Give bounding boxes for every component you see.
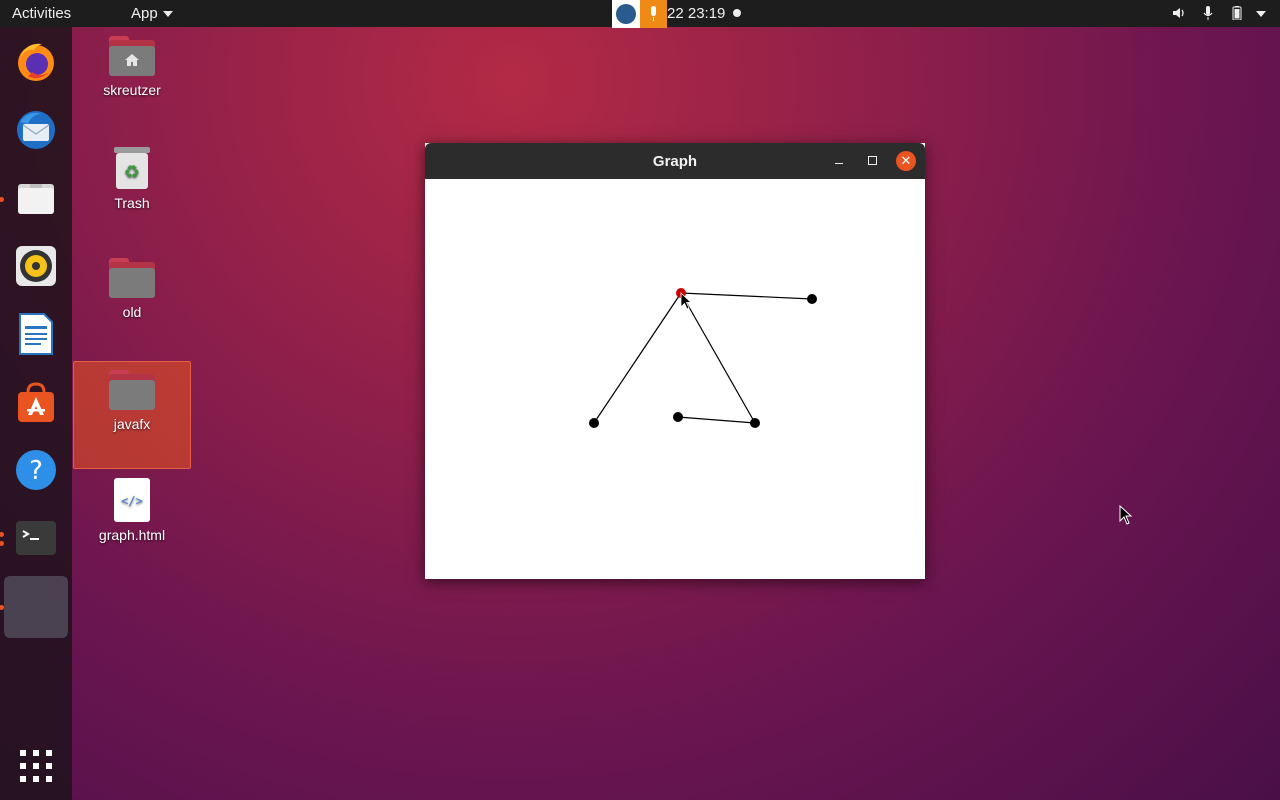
dock-software[interactable]: [4, 370, 68, 434]
thunderbird-icon: [17, 111, 55, 149]
app-menu[interactable]: App: [131, 5, 173, 22]
battery-icon[interactable]: [1230, 6, 1244, 22]
desktop-icon-label: old: [122, 304, 142, 320]
minimize-button[interactable]: [829, 151, 849, 171]
microphone-tray-icon[interactable]: [640, 0, 667, 28]
graph-edge: [593, 292, 682, 424]
mouse-pointer-icon: [680, 292, 693, 310]
desktop-icon-label: skreutzer: [103, 82, 161, 98]
desktop-icon-label: Trash: [114, 195, 150, 211]
folder-icon: [109, 258, 155, 298]
app-grid-icon: [20, 750, 52, 782]
graph-canvas[interactable]: [425, 179, 925, 579]
show-applications-button[interactable]: [20, 750, 52, 782]
mouse-pointer-icon: [1119, 505, 1133, 525]
dock-terminal[interactable]: [4, 506, 68, 570]
window-titlebar[interactable]: Graph ✕: [425, 143, 925, 179]
app-menu-label: App: [131, 5, 158, 22]
minimize-icon: [835, 163, 843, 164]
desktop-icon-label: javafx: [113, 416, 151, 432]
volume-icon[interactable]: [1172, 6, 1186, 22]
graph-node[interactable]: [750, 418, 760, 428]
graph-edge: [680, 292, 756, 424]
maximize-button[interactable]: [863, 151, 883, 171]
microphone-icon[interactable]: [1202, 6, 1214, 22]
graph-edge: [677, 416, 756, 424]
svg-text:♻: ♻: [124, 162, 140, 183]
close-icon: ✕: [900, 153, 912, 168]
graph-node[interactable]: [807, 294, 817, 304]
desktop-icon-trash[interactable]: ♻ Trash: [73, 146, 191, 211]
svg-text:?: ?: [29, 456, 43, 486]
trash-icon: ♻: [114, 147, 150, 189]
desktop-icon-label: graph.html: [98, 527, 166, 543]
libreoffice-writer-icon: [19, 313, 53, 355]
clock[interactable]: 22 23:19: [667, 5, 725, 22]
files-icon: [18, 184, 54, 214]
dock-thunderbird[interactable]: [4, 98, 68, 162]
window-title: Graph: [652, 153, 698, 170]
graph-window: Graph ✕: [425, 143, 925, 579]
html-file-icon: </>: [114, 478, 150, 522]
chevron-down-icon: [162, 11, 173, 18]
graph-node[interactable]: [589, 418, 599, 428]
system-menu-icon[interactable]: [1256, 11, 1266, 17]
top-bar: Activities App 22 23:19: [0, 0, 1280, 28]
dock-libreoffice-writer[interactable]: [4, 302, 68, 366]
dock-files[interactable]: [4, 166, 68, 230]
terminal-icon: [16, 521, 56, 555]
dock-help[interactable]: ?: [4, 438, 68, 502]
desktop-icon-javafx[interactable]: javafx: [73, 361, 191, 469]
maximize-icon: [868, 156, 877, 165]
firefox-icon: [18, 43, 54, 81]
close-button[interactable]: ✕: [896, 151, 916, 171]
desktop-icon-old[interactable]: old: [73, 258, 191, 320]
screen-recorder-tray-icon[interactable]: [612, 0, 640, 28]
desktop-icon-graph-html[interactable]: </> graph.html: [73, 478, 191, 543]
java-app-icon: [14, 586, 58, 630]
notification-dot: [733, 9, 741, 17]
svg-text:</>: </>: [121, 494, 143, 508]
dock: ?: [0, 27, 72, 800]
desktop-icon-home[interactable]: skreutzer: [73, 36, 191, 98]
dock-java-app[interactable]: [4, 576, 68, 638]
software-center-icon: [18, 382, 54, 422]
activities-button[interactable]: Activities: [12, 5, 71, 22]
home-folder-icon: [109, 36, 155, 76]
dock-firefox[interactable]: [4, 30, 68, 94]
help-icon: ?: [16, 450, 56, 490]
graph-edge: [680, 292, 813, 300]
rhythmbox-icon: [16, 246, 56, 286]
graph-node[interactable]: [673, 412, 683, 422]
dock-rhythmbox[interactable]: [4, 234, 68, 298]
folder-icon: [109, 370, 155, 410]
